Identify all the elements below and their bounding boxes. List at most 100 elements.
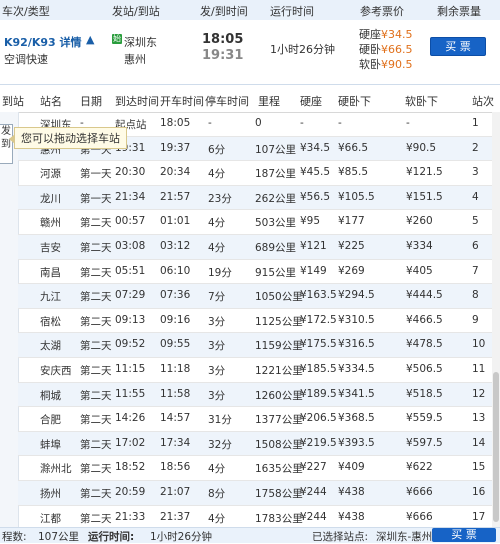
table-cell: 16: [472, 485, 486, 498]
table-cell: ¥310.5: [338, 313, 375, 326]
table-cell: 0: [255, 117, 262, 129]
table-cell: 689公里: [255, 241, 297, 254]
table-cell: 18:52: [115, 461, 146, 474]
table-row[interactable]: 南昌 第二天 05:51 06:10 19分 915公里 ¥149 ¥269 ¥405 7: [18, 260, 500, 285]
table-row[interactable]: 九江 第二天 07:29 07:36 7分 1050公里 ¥163.5 ¥294.5 ¥444.…: [18, 284, 500, 309]
table-cell: 09:55: [160, 338, 191, 351]
table-cell: 11:18: [160, 362, 191, 375]
table-cell: 07:29: [115, 289, 146, 302]
footer-buy-button[interactable]: 买 票: [432, 528, 496, 542]
table-cell: 1221公里: [255, 364, 303, 377]
table-row[interactable]: 合肥 第二天 14:26 14:57 31分 1377公里 ¥206.5 ¥368.5 ¥559…: [18, 407, 500, 432]
table-cell: ¥518.5: [406, 387, 443, 400]
table-row[interactable]: 扬州 第二天 20:59 21:07 8分 1758公里 ¥244 ¥438 ¥666 16: [18, 480, 500, 506]
table-cell: ¥316.5: [338, 338, 375, 351]
table-cell: 6: [472, 239, 479, 252]
table-cell: 09:16: [160, 313, 191, 326]
table-cell: 11: [472, 362, 486, 375]
table-cell: ¥559.5: [406, 412, 443, 425]
train-number-link[interactable]: K92/K93 详情: [4, 34, 82, 50]
table-cell: 17:02: [115, 436, 146, 449]
table-row[interactable]: 江都 第二天 21:33 21:37 4分 1783公里 ¥244 ¥438 ¥666 17: [18, 506, 500, 528]
table-cell: ¥66.5: [338, 141, 369, 154]
stops-table: 深圳东 - 起点站 18:05-0- - -1 惠州 第一天 19:31 19:37 6分 107公里…: [18, 112, 500, 527]
table-cell: 1050公里: [255, 291, 303, 304]
table-cell: 第一天: [80, 192, 112, 205]
table-cell: -: [300, 117, 304, 129]
table-cell: 187公里: [255, 168, 297, 181]
table-cell: 赣州: [40, 217, 61, 230]
table-cell: 1783公里: [255, 512, 303, 525]
table-cell: 太湖: [40, 340, 61, 353]
table-cell: 蚌埠: [40, 438, 61, 451]
from-station: 深圳东: [124, 36, 157, 49]
table-cell: 07:36: [160, 289, 191, 302]
table-cell: ¥95: [300, 215, 321, 228]
table-cell: 3: [472, 166, 479, 179]
table-cell: ¥666: [406, 485, 433, 498]
tooltip-arrow-icon: [9, 134, 15, 144]
table-cell: ¥368.5: [338, 412, 375, 425]
table-cell: ¥225: [338, 239, 365, 252]
table-cell: ¥172.5: [300, 313, 337, 326]
table-cell: 滁州北: [40, 463, 72, 476]
table-row[interactable]: 滁州北 第二天 18:52 18:56 4分 1635公里 ¥227 ¥409 ¥622 15: [18, 456, 500, 481]
table-cell: 107公里: [255, 143, 297, 156]
table-cell: 4分: [208, 512, 226, 525]
table-row[interactable]: 安庆西 第二天 11:15 11:18 3分 1221公里 ¥185.5 ¥334.5 ¥506…: [18, 358, 500, 383]
table-cell: 宿松: [40, 315, 61, 328]
table-cell: ¥149: [300, 264, 327, 277]
to-station: 惠州: [124, 53, 146, 66]
table-cell: 12: [472, 387, 486, 400]
table-cell: ¥56.5: [300, 190, 331, 203]
table-cell: 第二天: [80, 364, 112, 377]
table-cell: 第一天: [80, 168, 112, 181]
table-cell: 第二天: [80, 266, 112, 279]
scrollbar-thumb[interactable]: [493, 372, 499, 522]
th-distance: 里程: [258, 95, 280, 108]
table-row[interactable]: 宿松 第二天 09:13 09:16 3分 1125公里 ¥172.5 ¥310.5 ¥466.…: [18, 309, 500, 334]
table-cell: ¥85.5: [338, 166, 369, 179]
table-cell: 8分: [208, 487, 226, 500]
table-row[interactable]: 吉安 第二天 03:08 03:12 4分 689公里 ¥121 ¥225 ¥334 6: [18, 234, 500, 260]
table-row[interactable]: 赣州 第二天 00:57 01:01 4分 503公里 ¥95 ¥177 ¥260 5: [18, 210, 500, 235]
col-price: 参考票价: [360, 5, 404, 18]
table-cell: 2: [472, 141, 479, 154]
table-cell: 11:15: [115, 362, 146, 375]
table-cell: -: [338, 117, 342, 129]
table-cell: 503公里: [255, 217, 297, 230]
chevron-up-icon[interactable]: ▲: [86, 33, 94, 46]
table-cell: 7分: [208, 291, 226, 304]
table-cell: 4分: [208, 217, 226, 230]
arrival-time: 19:31: [202, 48, 244, 63]
table-cell: ¥409: [338, 461, 365, 474]
table-cell: 第二天: [80, 438, 112, 451]
origin-icon: 始: [112, 34, 122, 44]
table-cell: 1377公里: [255, 414, 303, 427]
price-soft-sleeper: 软卧¥90.5: [359, 58, 413, 71]
table-row[interactable]: 桐城 第二天 11:55 11:58 3分 1260公里 ¥189.5 ¥341.5 ¥518.…: [18, 382, 500, 408]
table-cell: 1125公里: [255, 315, 303, 328]
table-cell: ¥478.5: [406, 338, 443, 351]
table-cell: 第二天: [80, 512, 112, 525]
table-cell: ¥185.5: [300, 362, 337, 375]
table-cell: 21:34: [115, 190, 146, 203]
drag-handle[interactable]: 发 到: [0, 124, 13, 164]
station-select-strip[interactable]: 发 到: [0, 112, 19, 527]
table-cell: 11:55: [115, 387, 146, 400]
table-row[interactable]: 太湖 第二天 09:52 09:55 3分 1159公里 ¥175.5 ¥316.5 ¥478.…: [18, 333, 500, 358]
selection-footer: 程数: 107公里 运行时间: 1小时26分钟 已选择站点: 深圳东-惠州 买 …: [0, 527, 500, 543]
table-cell: 桐城: [40, 389, 61, 402]
buy-ticket-button[interactable]: 买 票: [430, 37, 486, 56]
table-cell: ¥334.5: [338, 362, 375, 375]
col-time: 发/到时间: [200, 5, 248, 18]
table-cell: 4分: [208, 463, 226, 476]
table-row[interactable]: 河源 第一天 20:30 20:34 4分 187公里 ¥45.5 ¥85.5 ¥121.5 3: [18, 161, 500, 186]
table-cell: ¥622: [406, 461, 433, 474]
table-cell: 09:52: [115, 338, 146, 351]
table-row[interactable]: 龙川 第一天 21:34 21:57 23分 262公里 ¥56.5 ¥105.5 ¥151.5…: [18, 185, 500, 211]
scrollbar[interactable]: [492, 112, 500, 527]
th-date: 日期: [80, 95, 102, 108]
departure-time: 18:05: [202, 32, 244, 47]
table-row[interactable]: 蚌埠 第二天 17:02 17:34 32分 1508公里 ¥219.5 ¥393.5 ¥597…: [18, 431, 500, 457]
